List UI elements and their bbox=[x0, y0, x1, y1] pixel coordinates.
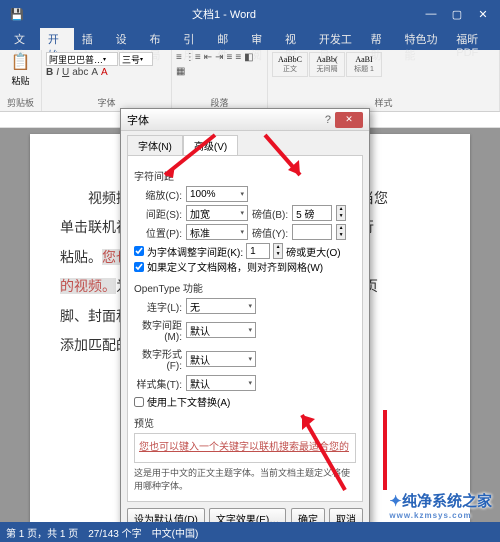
style-item[interactable]: AaBbC正文 bbox=[272, 52, 308, 77]
borders-button[interactable]: ▦ bbox=[176, 66, 185, 77]
min-button[interactable]: — bbox=[418, 4, 444, 24]
spacing-label: 间距(S): bbox=[134, 206, 182, 221]
max-button[interactable]: ▢ bbox=[444, 4, 470, 24]
font-dialog: 字体 ? ✕ 字体(N) 高级(V) 字符间距 缩放(C): 100%▾ 间距(… bbox=[120, 108, 370, 536]
paste-label[interactable]: 粘贴 bbox=[11, 74, 29, 87]
italic-button[interactable]: I bbox=[56, 67, 59, 78]
numspacing-select[interactable]: 默认▾ bbox=[186, 322, 256, 338]
underline-button[interactable]: U bbox=[62, 67, 69, 78]
pos-pt-label: 磅值(Y): bbox=[252, 225, 288, 240]
tab-视图[interactable]: 视图 bbox=[277, 28, 311, 50]
style-item[interactable]: AaBb(无间隔 bbox=[309, 52, 345, 77]
grid-checkbox[interactable] bbox=[134, 262, 144, 272]
ribbon: 📋 粘贴 剪贴板 阿里巴巴普…▾ 三号▾ B I U abc A A 字体 ≡ … bbox=[0, 50, 500, 112]
preview-box: 您也可以键入一个关键字以联机搜索最适合您的 bbox=[134, 433, 356, 463]
tab-特色功能[interactable]: 特色功能 bbox=[397, 28, 449, 50]
watermark: ✦纯净系统之家 www.kzmsys.com bbox=[389, 490, 492, 520]
doc-title: 文档1 - Word bbox=[30, 6, 418, 22]
spacing-pt-label: 磅值(B): bbox=[252, 206, 288, 221]
scale-label: 缩放(C): bbox=[134, 187, 182, 202]
tab-引用[interactable]: 引用 bbox=[175, 28, 209, 50]
font-color-button[interactable]: A bbox=[101, 67, 108, 78]
font-name-select[interactable]: 阿里巴巴普…▾ bbox=[46, 52, 118, 66]
opentype-section-label: OpenType 功能 bbox=[134, 280, 356, 295]
pos-pt-input[interactable] bbox=[292, 224, 332, 240]
numspacing-label: 数字间距(M): bbox=[134, 317, 182, 343]
paste-icon[interactable]: 📋 bbox=[11, 52, 31, 72]
indent-inc-button[interactable]: ⇥ bbox=[215, 52, 223, 63]
numbering-button[interactable]: ⋮≡ bbox=[185, 52, 201, 63]
tab-审阅[interactable]: 审阅 bbox=[243, 28, 277, 50]
close-button[interactable]: ✕ bbox=[470, 4, 496, 24]
spacing-pt-input[interactable]: 5 磅 bbox=[292, 205, 332, 221]
indent-dec-button[interactable]: ⇤ bbox=[204, 52, 212, 63]
align-center-button[interactable]: ≡ bbox=[235, 52, 241, 63]
ribbon-tabs: 文件开始插入设计布局引用邮件审阅视图开发工具帮助特色功能福昕PDF bbox=[0, 28, 500, 50]
scale-select[interactable]: 100%▾ bbox=[186, 186, 248, 202]
spacing-section-label: 字符间距 bbox=[134, 168, 356, 183]
spacing-spinner[interactable]: ▲▼ bbox=[336, 205, 346, 221]
context-checkbox[interactable] bbox=[134, 397, 144, 407]
spacing-select[interactable]: 加宽▾ bbox=[186, 205, 248, 221]
pos-select[interactable]: 标准▾ bbox=[186, 224, 248, 240]
align-left-button[interactable]: ≡ bbox=[226, 52, 232, 63]
tab-font[interactable]: 字体(N) bbox=[127, 135, 183, 155]
status-page[interactable]: 第 1 页，共 1 页 bbox=[6, 525, 78, 540]
tab-advanced[interactable]: 高级(V) bbox=[183, 135, 238, 155]
bold-button[interactable]: B bbox=[46, 67, 53, 78]
dialog-help-button[interactable]: ? bbox=[325, 114, 331, 126]
kerning-label: 为字体调整字间距(K): bbox=[147, 244, 243, 259]
numform-label: 数字形式(F): bbox=[134, 346, 182, 372]
strike-button[interactable]: abc bbox=[72, 67, 88, 78]
status-bar: 第 1 页，共 1 页 27/143 个字 中文(中国) bbox=[0, 522, 500, 542]
grid-label: 如果定义了文档网格，则对齐到网格(W) bbox=[147, 259, 323, 274]
ligatures-label: 连字(L): bbox=[134, 299, 182, 314]
status-lang[interactable]: 中文(中国) bbox=[152, 525, 199, 540]
numform-select[interactable]: 默认▾ bbox=[186, 351, 256, 367]
tab-插入[interactable]: 插入 bbox=[74, 28, 108, 50]
tab-文件[interactable]: 文件 bbox=[6, 28, 40, 50]
preview-note: 这是用于中文的正文主题字体。当前文档主题定义将使用哪种字体。 bbox=[134, 466, 356, 492]
tab-福昕PDF[interactable]: 福昕PDF bbox=[448, 28, 500, 50]
tab-开发工具[interactable]: 开发工具 bbox=[311, 28, 363, 50]
ligatures-select[interactable]: 无▾ bbox=[186, 298, 256, 314]
context-label: 使用上下文替换(A) bbox=[147, 394, 230, 409]
kerning-input[interactable]: 1 bbox=[246, 243, 270, 259]
tab-设计[interactable]: 设计 bbox=[108, 28, 142, 50]
bullets-button[interactable]: ≡ bbox=[176, 52, 182, 63]
status-words[interactable]: 27/143 个字 bbox=[88, 525, 141, 540]
font-size-select[interactable]: 三号▾ bbox=[119, 52, 153, 66]
kerning-checkbox[interactable] bbox=[134, 246, 144, 256]
kerning-spinner[interactable]: ▲▼ bbox=[273, 243, 283, 259]
save-icon[interactable]: 💾 bbox=[4, 4, 30, 24]
style-item[interactable]: AaBI标题 1 bbox=[346, 52, 382, 77]
tab-开始[interactable]: 开始 bbox=[40, 28, 74, 50]
tab-帮助[interactable]: 帮助 bbox=[363, 28, 397, 50]
clipboard-group-label: 剪贴板 bbox=[4, 96, 37, 109]
pos-label: 位置(P): bbox=[134, 225, 182, 240]
preview-label: 预览 bbox=[134, 415, 356, 430]
pos-spinner[interactable]: ▲▼ bbox=[336, 224, 346, 240]
tab-邮件[interactable]: 邮件 bbox=[209, 28, 243, 50]
tab-布局[interactable]: 布局 bbox=[142, 28, 176, 50]
shading-button[interactable]: ◧ bbox=[244, 52, 253, 63]
highlight-button[interactable]: A bbox=[91, 67, 98, 78]
dialog-title: 字体 bbox=[127, 112, 149, 128]
dialog-close-button[interactable]: ✕ bbox=[335, 112, 363, 128]
styleset-select[interactable]: 默认▾ bbox=[186, 375, 256, 391]
styleset-label: 样式集(T): bbox=[134, 376, 182, 391]
